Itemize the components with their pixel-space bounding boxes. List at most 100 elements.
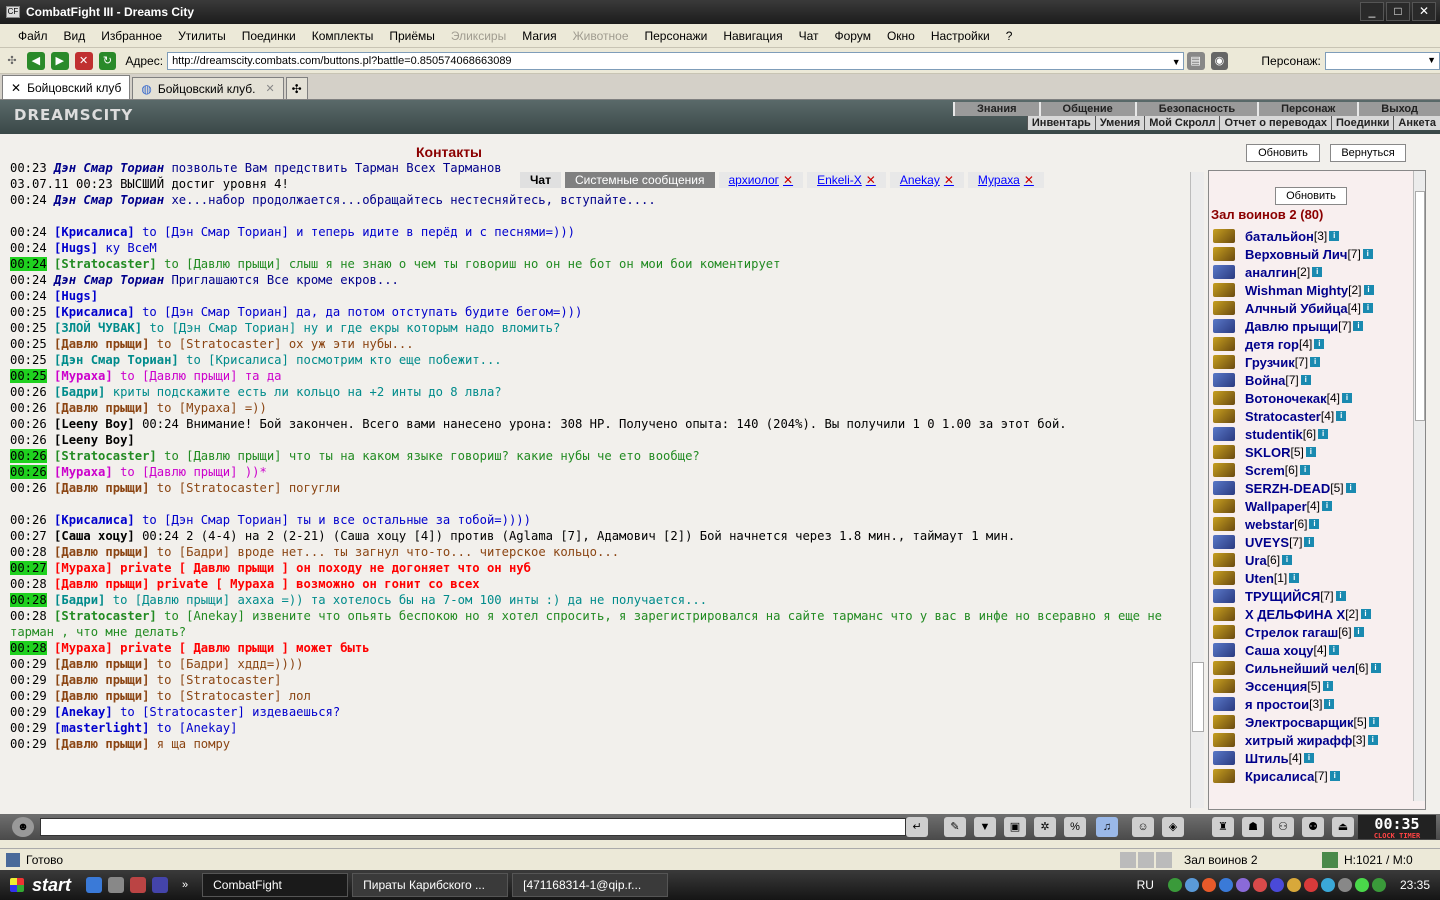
invite-icon[interactable] [1213,355,1235,369]
player-name[interactable]: Uten [1245,571,1274,586]
invite-icon[interactable] [1213,643,1235,657]
new-tab-button[interactable]: ✣ [285,77,308,99]
player-name[interactable]: SKLOR [1245,445,1291,460]
menu-item[interactable]: Магия [518,29,560,43]
player-name[interactable]: Вотоночекак [1245,391,1327,406]
tray-icon[interactable] [1252,878,1267,892]
chat-nick[interactable]: [Давлю прыщи] [54,689,149,703]
player-row[interactable]: аналгин [2] i [1209,263,1425,281]
music-icon[interactable]: ♫ [1096,817,1118,837]
tray-icon[interactable] [1286,878,1301,892]
chevron-down-icon[interactable]: ▼ [1172,55,1181,69]
invite-icon[interactable] [1213,571,1235,585]
invite-icon[interactable] [1213,751,1235,765]
info-icon[interactable]: i [1304,537,1315,547]
grid-icon[interactable] [1156,851,1172,868]
player-name[interactable]: хитрый жирафф [1245,733,1352,748]
chat-nick[interactable]: [Давлю прыщи] [54,673,149,687]
player-row[interactable]: Uten [1] i [1209,569,1425,587]
chat-nick[interactable]: [Мураха] [54,465,113,479]
player-row[interactable]: Wishman Mighty [2] i [1209,281,1425,299]
app-icon[interactable] [130,877,146,893]
scroll-thumb[interactable] [1192,662,1204,732]
invite-icon[interactable] [1213,499,1235,513]
bag-icon[interactable]: ♜ [1212,817,1234,837]
info-icon[interactable]: i [1318,429,1329,439]
player-name[interactable]: Давлю прыщи [1245,319,1338,334]
back-button[interactable]: Вернуться [1330,144,1406,162]
chat-nick[interactable]: [Мураха] [54,369,113,383]
close-tab-icon[interactable]: ✕ [1024,173,1034,187]
back-icon[interactable]: ◀ [26,51,45,70]
player-name[interactable]: Ura [1245,553,1267,568]
tray-icon[interactable] [1218,878,1233,892]
menu-item[interactable]: Настройки [927,29,994,43]
menu-item[interactable]: Животное [569,29,633,43]
invite-icon[interactable] [1213,733,1235,747]
invite-icon[interactable] [1213,301,1235,315]
chat-nick[interactable]: [Hugs] [54,289,98,303]
player-name[interactable]: Сильнейший чел [1245,661,1355,676]
info-icon[interactable]: i [1336,411,1347,421]
invite-icon[interactable] [1213,373,1235,387]
tray-icon[interactable] [1167,878,1182,892]
info-icon[interactable]: i [1367,735,1378,745]
info-icon[interactable]: i [1329,231,1340,241]
chat-nick[interactable]: [Давлю прыщи] [54,337,149,351]
users-icon[interactable]: ◈ [1162,817,1184,837]
tray-icon[interactable] [1269,878,1284,892]
tray-icon[interactable] [1337,878,1352,892]
players-refresh-button[interactable]: Обновить [1275,187,1347,205]
info-icon[interactable]: i [1328,645,1339,655]
chat-nick[interactable]: Дэн Смар Ториан [54,273,164,287]
site-subnav-item[interactable]: Отчет о переводах [1219,116,1331,130]
info-icon[interactable]: i [1310,357,1321,367]
chat-nick[interactable]: [Мураха] [54,641,113,655]
chat-nick[interactable]: [Саша хоцу] [54,529,135,543]
player-row[interactable]: Screm [6] i [1209,461,1425,479]
invite-icon[interactable] [1213,427,1235,441]
invite-icon[interactable] [1213,535,1235,549]
player-row[interactable]: Верховный Лич [7] i [1209,245,1425,263]
info-icon[interactable]: i [1362,249,1373,259]
site-nav-item[interactable]: Персонаж [1257,102,1357,116]
close-button[interactable]: ✕ [1412,2,1436,21]
chat-tab[interactable]: Системные сообщения [564,172,715,188]
task-combatfight[interactable]: CombatFight [202,873,349,897]
close-tab-icon[interactable]: ✕ [866,173,876,187]
player-row[interactable]: батальйон [3] i [1209,227,1425,245]
player-row[interactable]: Ura [6] i [1209,551,1425,569]
player-name[interactable]: Screm [1245,463,1285,478]
translit-icon[interactable]: % [1064,817,1086,837]
info-icon[interactable]: i [1312,267,1323,277]
tray-icon[interactable] [1201,878,1216,892]
invite-icon[interactable] [1213,481,1235,495]
player-row[interactable]: Давлю прыщи [7] i [1209,317,1425,335]
player-name[interactable]: ТРУЩИЙСЯ [1245,589,1320,604]
chat-tab[interactable]: Мураха ✕ [967,172,1044,188]
player-name[interactable]: Верховный Лич [1245,247,1347,262]
player-row[interactable]: Крисалиса [7] i [1209,767,1425,785]
player-row[interactable]: Война [7] i [1209,371,1425,389]
player-row[interactable]: я простои [3] i [1209,695,1425,713]
chevron-right-icon[interactable]: » [182,879,188,891]
invite-icon[interactable] [1213,715,1235,729]
info-icon[interactable]: i [1353,627,1364,637]
chat-nick[interactable]: [ЗЛОЙ ЧУВАК] [54,321,142,335]
player-row[interactable]: ТРУЩИЙСЯ [7] i [1209,587,1425,605]
player-name[interactable]: Stratocaster [1245,409,1321,424]
chat-nick[interactable]: [Бадри] [54,385,105,399]
info-icon[interactable]: i [1305,447,1316,457]
save-icon[interactable]: ▣ [1004,817,1026,837]
exit-icon[interactable]: ⏏ [1332,817,1354,837]
info-icon[interactable]: i [1322,681,1333,691]
menu-item[interactable]: Приёмы [385,29,439,43]
player-name[interactable]: Эссенция [1245,679,1307,694]
info-icon[interactable]: i [1289,573,1300,583]
player-name[interactable]: Штиль [1245,751,1289,766]
invite-icon[interactable] [1213,391,1235,405]
tray-icon[interactable] [1235,878,1250,892]
users-icon[interactable]: ◉ [1210,51,1229,70]
ie-icon[interactable] [86,877,102,893]
invite-icon[interactable] [1213,769,1235,783]
